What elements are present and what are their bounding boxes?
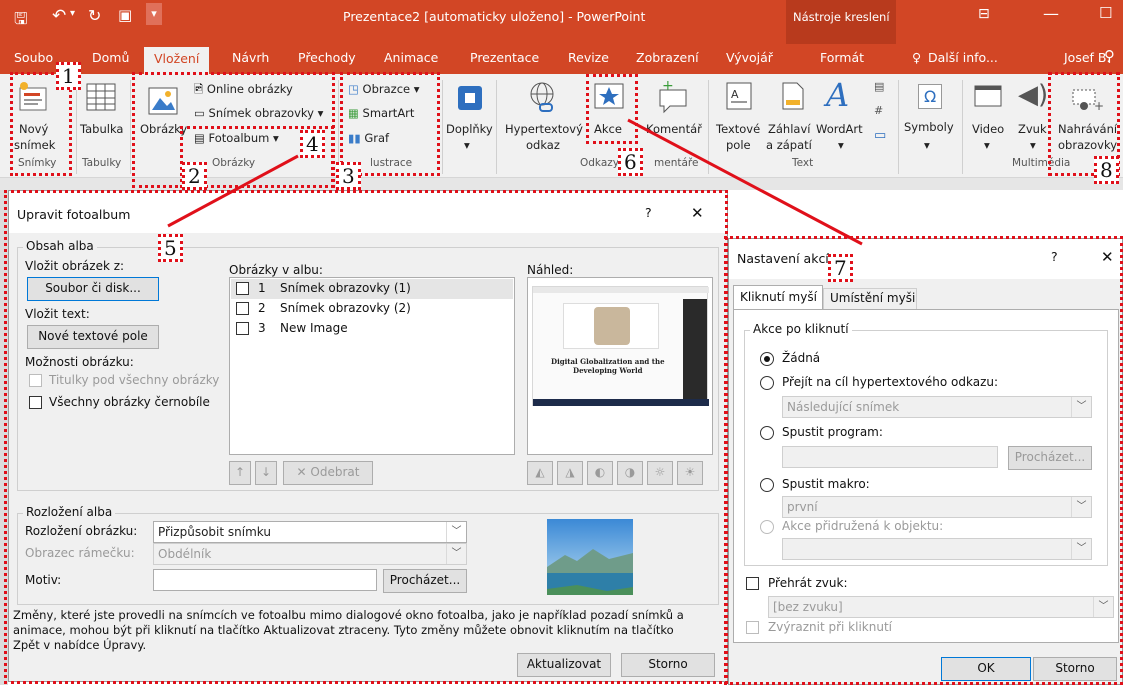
video-label[interactable]: Video	[972, 122, 1004, 136]
audio-icon[interactable]: ◀)	[1018, 80, 1048, 110]
callout-number-4: 4	[300, 130, 325, 158]
callout-number-1: 1	[56, 62, 81, 90]
hyperlink-label-2[interactable]: odkaz	[526, 138, 560, 152]
video-icon[interactable]	[972, 82, 1004, 112]
group-tabulky: Tabulky	[82, 157, 122, 169]
ribbon-separator	[496, 80, 497, 174]
table-label[interactable]: Tabulka	[80, 122, 123, 136]
minimize-icon[interactable]: —	[1043, 4, 1059, 23]
callout-box-photo-album-dialog	[4, 190, 728, 684]
callout-number-7: 7	[828, 254, 853, 282]
undo-dropdown-icon[interactable]: ▾	[70, 8, 75, 19]
ribbon-separator	[442, 80, 443, 174]
tab-domu[interactable]: Domů	[92, 50, 129, 65]
callout-number-5: 5	[158, 234, 183, 262]
group-text: Text	[792, 157, 814, 169]
tab-revize[interactable]: Revize	[568, 50, 609, 65]
header-footer-label-2[interactable]: a zápatí	[766, 138, 812, 152]
callout-number-6: 6	[618, 148, 643, 176]
tab-soubor[interactable]: Soubo	[14, 50, 53, 65]
tab-animace[interactable]: Animace	[384, 50, 438, 65]
start-slideshow-icon[interactable]: ▣	[118, 6, 132, 24]
tab-vyvojar[interactable]: Vývojář	[726, 50, 773, 65]
callout-box-illustrations	[340, 72, 440, 176]
ribbon-separator	[338, 80, 339, 174]
tell-me-box[interactable]: Další info...	[928, 50, 998, 65]
ribbon-tabs: Soubo Domů Vložení Návrh Přechody Animac…	[0, 44, 1123, 74]
group-komentare: mentáře	[654, 157, 699, 169]
callout-number-2: 2	[182, 162, 207, 190]
ribbon-separator	[130, 80, 131, 174]
tab-prechody[interactable]: Přechody	[298, 50, 356, 65]
addins-dropdown-icon[interactable]: ▾	[464, 138, 470, 152]
tab-format[interactable]: Formát	[820, 50, 864, 65]
text-box-icon[interactable]: A	[724, 80, 754, 112]
audio-dropdown-icon[interactable]: ▾	[1030, 138, 1036, 152]
text-box-label-2[interactable]: pole	[726, 138, 751, 152]
tab-prezentace[interactable]: Prezentace	[470, 50, 539, 65]
symbols-dropdown-icon[interactable]: ▾	[924, 138, 930, 152]
text-box-label-1[interactable]: Textové	[716, 122, 760, 136]
ribbon-separator	[76, 80, 77, 174]
window-title: Prezentace2 [automaticky uloženo] - Powe…	[343, 9, 646, 24]
redo-icon[interactable]: ↻	[88, 6, 101, 25]
save-icon[interactable]: 🖫	[14, 8, 28, 35]
tab-navrh[interactable]: Návrh	[232, 50, 269, 65]
callout-box-action	[586, 74, 638, 144]
svg-text:A: A	[731, 88, 739, 101]
symbols-label[interactable]: Symboly	[904, 120, 954, 134]
hyperlink-label-1[interactable]: Hypertextový	[505, 122, 583, 136]
tab-vlozeni[interactable]: Vložení	[144, 47, 210, 74]
object-icon[interactable]: ▭	[874, 128, 886, 143]
group-odkazy: Odkazy	[580, 157, 619, 169]
maximize-icon[interactable]: ☐	[1099, 4, 1112, 22]
title-bar: 🖫 ↶ ▾ ↻ ▣ ▾ Prezentace2 [automaticky ulo…	[0, 0, 1123, 44]
ribbon-separator	[962, 80, 963, 174]
callout-number-3: 3	[336, 162, 361, 190]
lightbulb-icon: ♀	[912, 50, 922, 65]
quick-access-customize-icon[interactable]: ▾	[146, 3, 162, 25]
table-icon[interactable]	[84, 80, 118, 114]
callout-box-action-dialog	[724, 236, 1123, 685]
addins-icon[interactable]	[456, 84, 484, 112]
tab-zobrazeni[interactable]: Zobrazení	[636, 50, 699, 65]
ribbon-separator	[898, 80, 899, 174]
svg-text:+: +	[662, 80, 674, 94]
wordart-dropdown-icon[interactable]: ▾	[838, 138, 844, 152]
hyperlink-icon[interactable]	[526, 80, 560, 116]
slide-number-icon[interactable]: #	[874, 104, 883, 117]
audio-label[interactable]: Zvuk	[1018, 122, 1047, 136]
context-tools-label: Nástroje kreslení	[793, 10, 890, 24]
video-dropdown-icon[interactable]: ▾	[984, 138, 990, 152]
wordart-label[interactable]: WordArt	[816, 122, 863, 136]
undo-icon[interactable]: ↶	[52, 6, 66, 26]
wordart-icon[interactable]: A	[826, 76, 849, 114]
header-footer-icon[interactable]	[778, 80, 808, 112]
symbols-icon[interactable]: Ω	[918, 84, 943, 109]
share-icon[interactable]: ⚲	[1104, 47, 1115, 65]
addins-label[interactable]: Doplňky	[446, 122, 493, 136]
callout-number-8: 8	[1094, 156, 1119, 184]
comment-icon[interactable]: +	[656, 80, 690, 114]
date-time-icon[interactable]: ▤	[874, 80, 884, 93]
ribbon-separator	[708, 80, 709, 174]
header-footer-label-1[interactable]: Záhlaví	[768, 122, 810, 136]
ribbon-display-options-icon[interactable]: ⊟	[978, 6, 990, 22]
comment-label[interactable]: Komentář	[646, 122, 702, 136]
